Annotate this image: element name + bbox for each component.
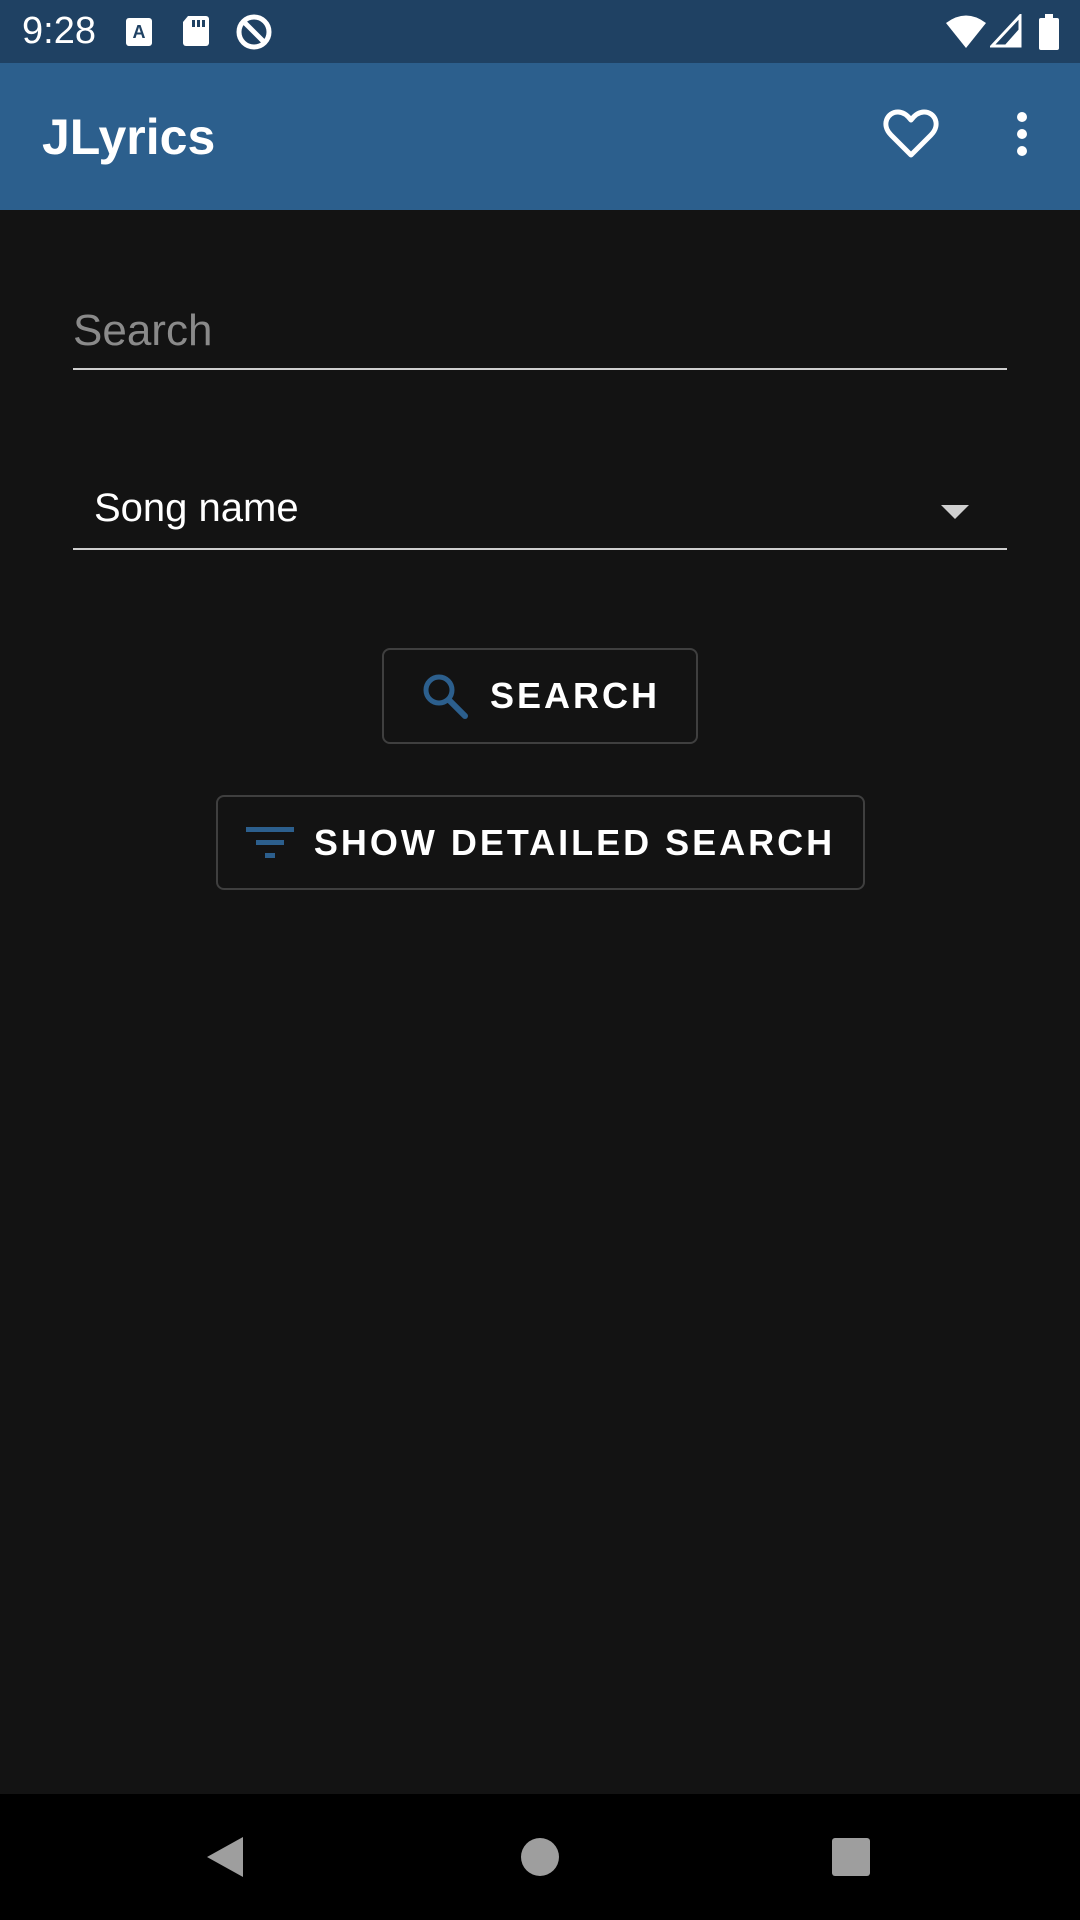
sd-card-icon xyxy=(180,12,220,52)
more-options-button[interactable] xyxy=(982,96,1062,176)
home-button[interactable] xyxy=(505,1822,575,1892)
more-vert-icon xyxy=(1014,111,1030,162)
status-bar: 9:28 A xyxy=(0,0,1080,63)
filter-icon xyxy=(245,825,294,861)
svg-text:A: A xyxy=(133,22,146,42)
recents-button[interactable] xyxy=(816,1822,886,1892)
search-field xyxy=(73,295,1007,370)
search-button-label: SEARCH xyxy=(489,675,660,716)
app-bar: JLyrics xyxy=(0,63,1080,210)
back-icon xyxy=(203,1833,247,1881)
home-icon xyxy=(519,1836,561,1878)
search-button[interactable]: SEARCH xyxy=(382,648,698,744)
heart-icon xyxy=(883,109,939,164)
screen: 9:28 A JLyrics Search Song name SEARCH S… xyxy=(0,0,1080,1920)
back-button[interactable] xyxy=(190,1822,260,1892)
status-time: 9:28 xyxy=(22,10,96,52)
app-title: JLyrics xyxy=(42,109,216,165)
wifi-icon xyxy=(944,12,988,52)
show-detailed-search-button[interactable]: SHOW DETAILED SEARCH xyxy=(216,795,865,890)
navigation-bar xyxy=(0,1794,1080,1920)
sync-icon xyxy=(234,12,274,52)
search-type-dropdown[interactable]: Song name xyxy=(73,475,1007,550)
show-detailed-search-label: SHOW DETAILED SEARCH xyxy=(313,821,836,863)
search-input[interactable] xyxy=(73,295,1007,367)
favorites-button[interactable] xyxy=(871,96,951,176)
dropdown-selected-value: Song name xyxy=(94,486,299,530)
recents-icon xyxy=(830,1836,872,1878)
a-text-icon: A xyxy=(124,12,164,52)
dropdown-arrow-icon xyxy=(941,505,969,519)
signal-icon xyxy=(988,12,1030,52)
battery-icon xyxy=(1038,12,1062,52)
search-icon xyxy=(420,671,470,721)
